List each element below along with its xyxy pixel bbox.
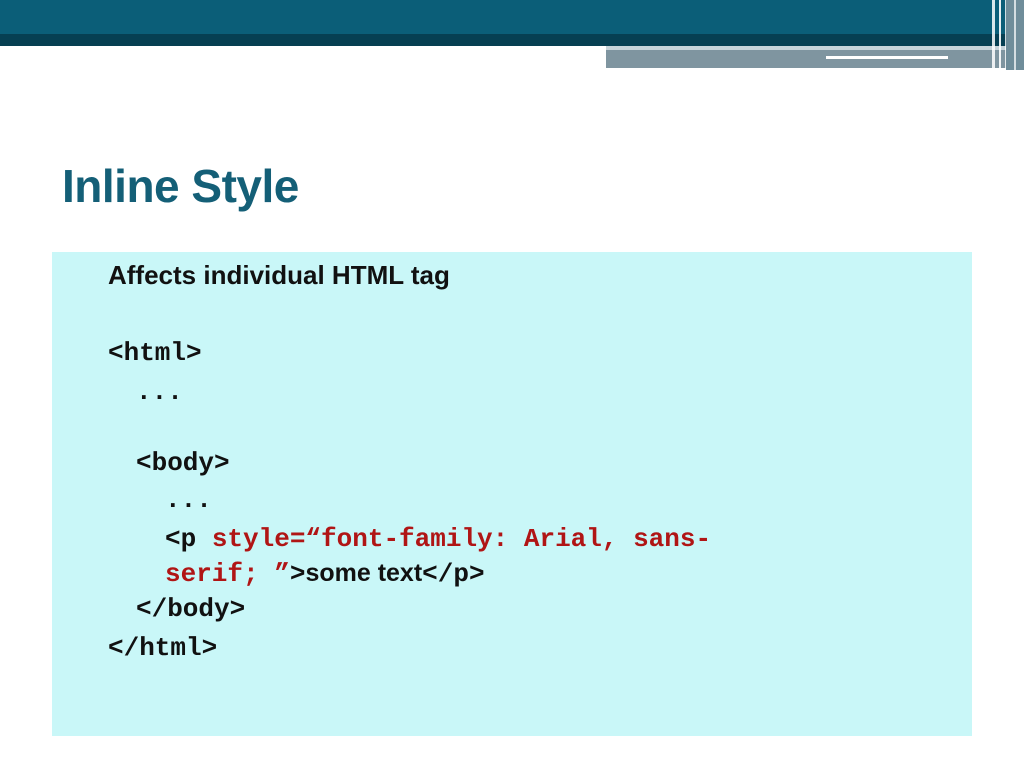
code-line-p-open: <p style=“font-family: Arial, sans- [165, 522, 711, 556]
code-line-body-open: <body> [136, 448, 230, 478]
code-style-attribute-end: serif; ” [165, 559, 290, 589]
code-p-text: some text [305, 559, 423, 587]
slide: Inline Style Affects individual HTML tag… [0, 0, 1024, 768]
header-vertical-stripe [992, 0, 995, 70]
code-line-ellipsis: ... [165, 485, 212, 515]
slide-title: Inline Style [62, 160, 299, 212]
code-line-html-open: <html> [108, 338, 202, 368]
header-bar [0, 0, 1024, 34]
code-p-close-tag: </p> [422, 559, 485, 589]
code-line-ellipsis: ... [136, 377, 183, 407]
code-style-attribute: style=“font-family: Arial, sans- [211, 524, 712, 554]
header-dark-stripe [0, 34, 1024, 46]
code-line-html-close: </html> [108, 633, 218, 663]
code-line-body-close: </body> [136, 594, 246, 624]
code-line-p-content: serif; ”>some text</p> [165, 556, 485, 591]
header-accent-highlight [606, 46, 1006, 50]
code-p-bracket: > [289, 559, 306, 589]
header-accent-line [826, 56, 948, 59]
code-p-tag: <p [165, 524, 212, 554]
header-vertical-stripe [1014, 0, 1016, 70]
intro-text: Affects individual HTML tag [108, 260, 450, 290]
header-vertical-stripe [1005, 0, 1006, 70]
header-vertical-stripe [999, 0, 1001, 70]
